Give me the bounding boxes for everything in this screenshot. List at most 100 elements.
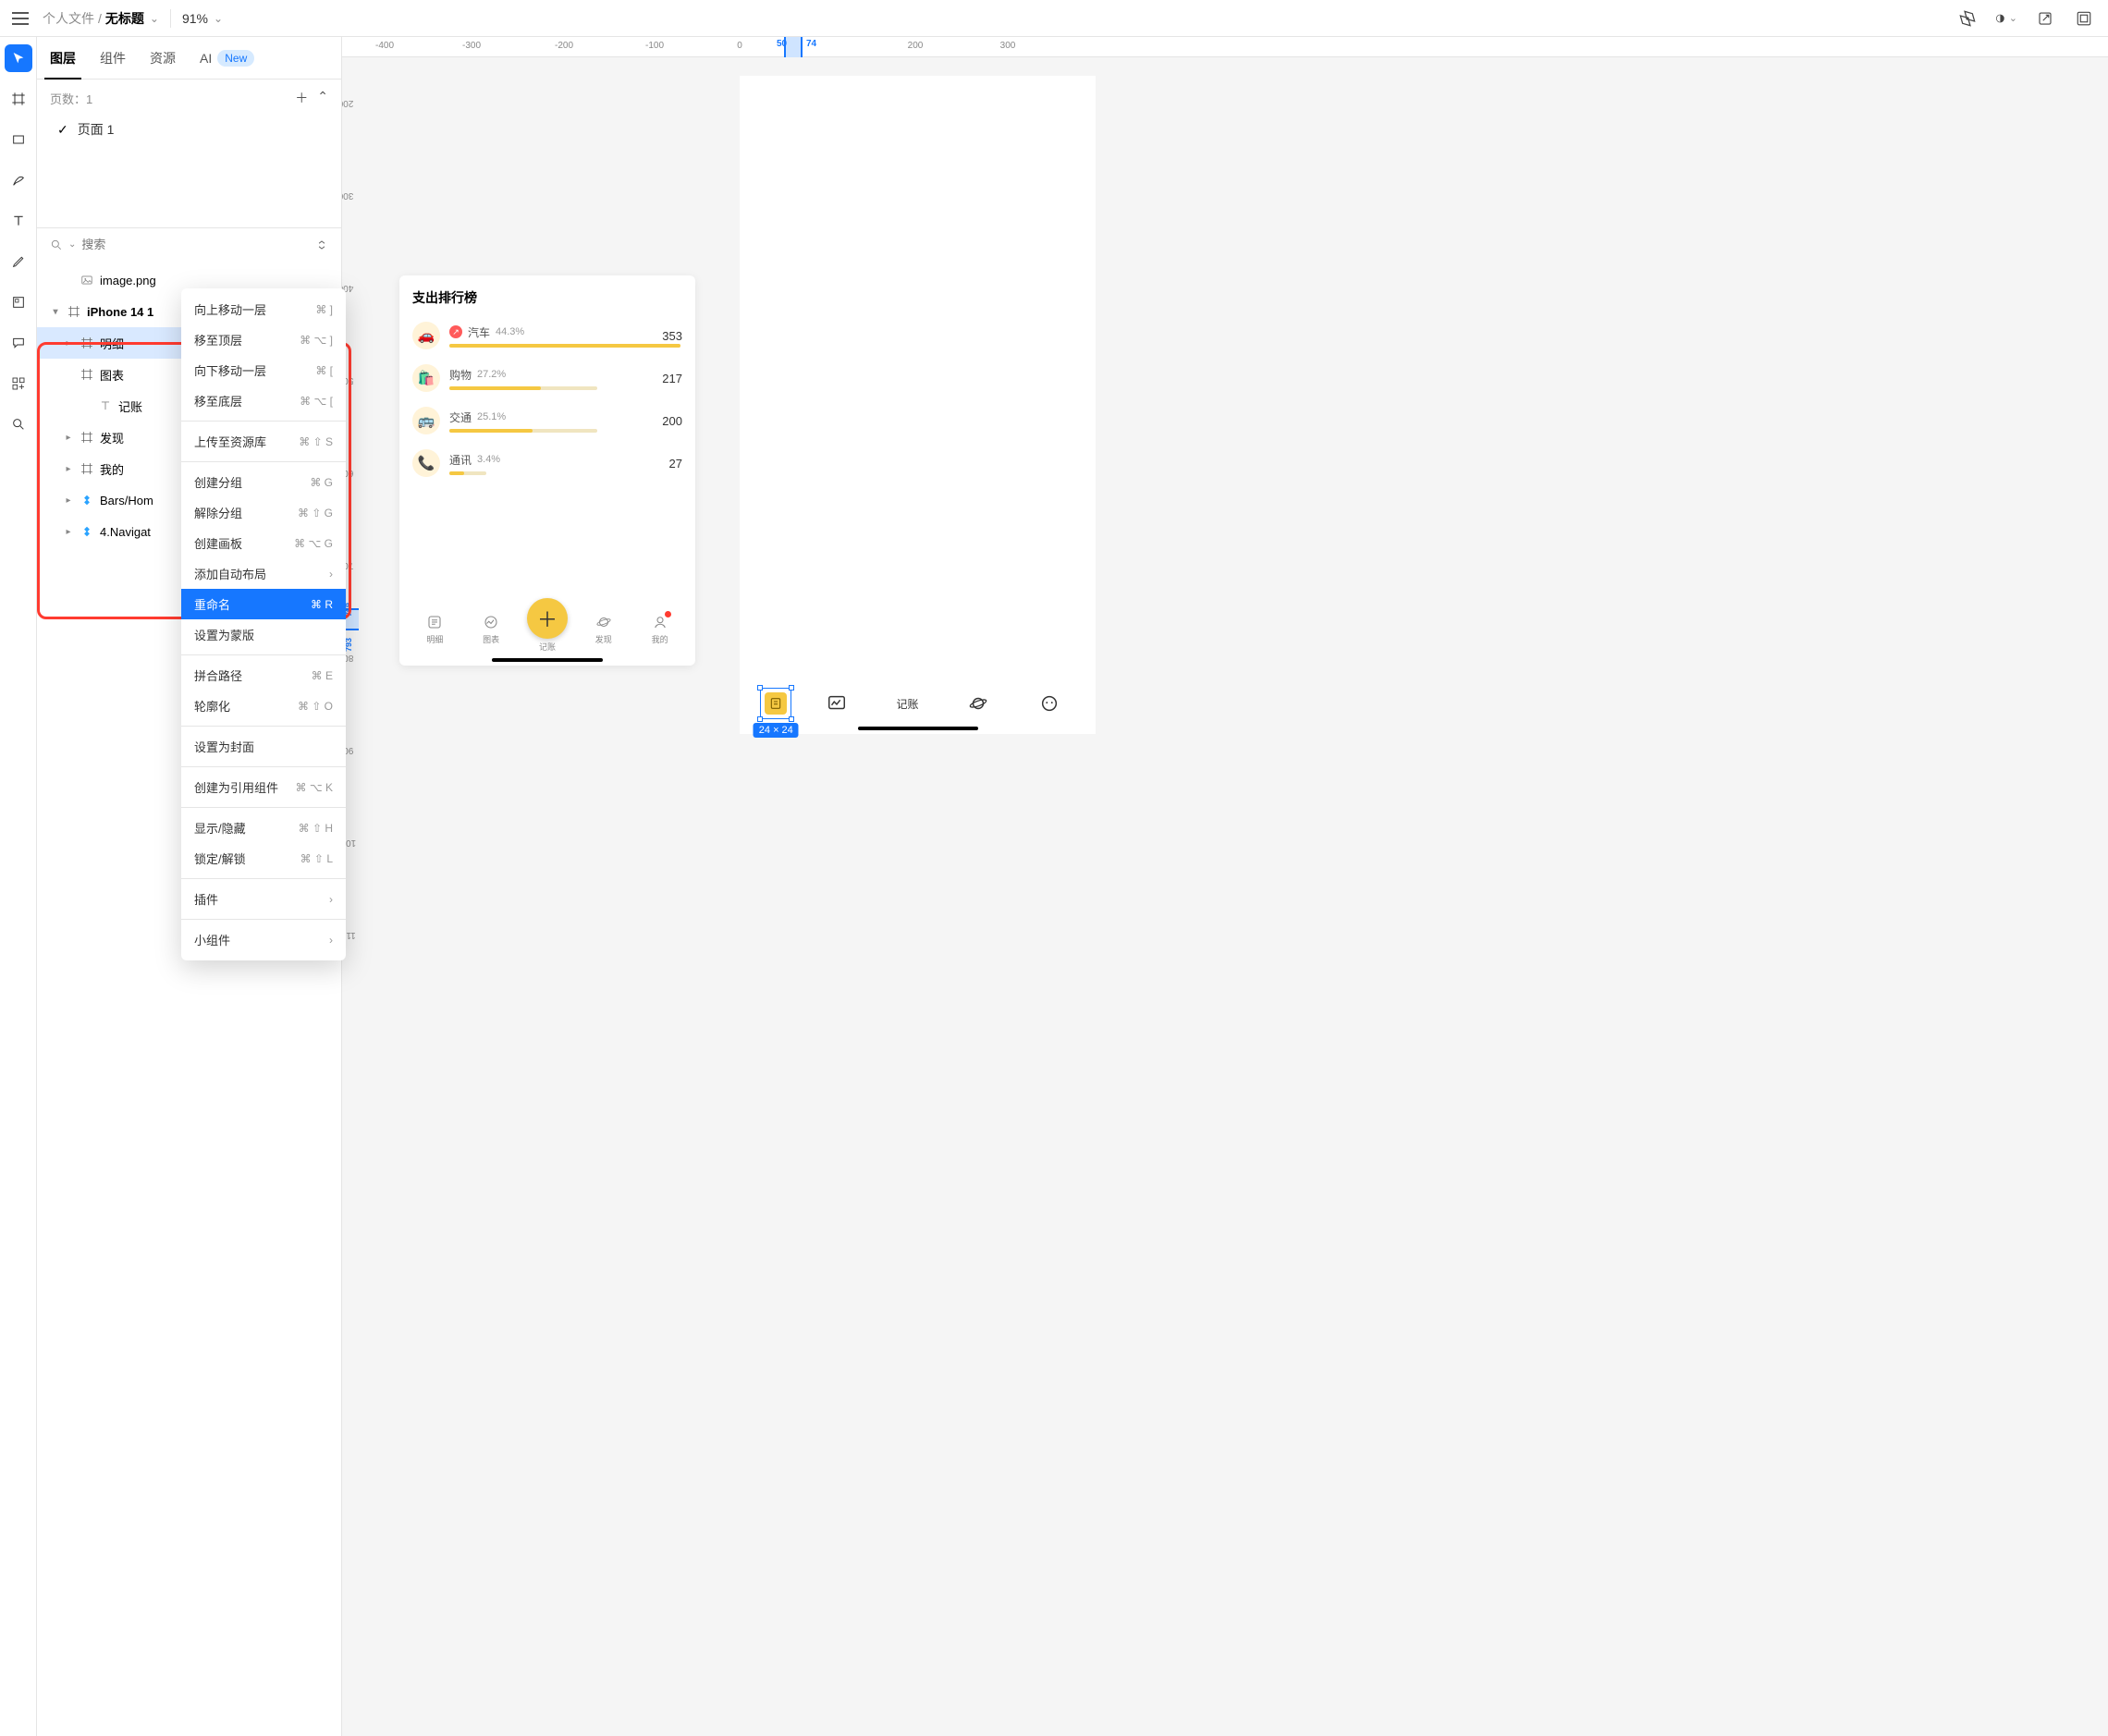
expand-arrow-icon[interactable]: ▸ [63,464,74,474]
edit-launch-button[interactable] [2034,7,2056,30]
selected-element[interactable]: 24 × 24 [758,686,793,721]
layer-name: 4.Navigat [100,525,151,539]
menu-create-frame[interactable]: 创建画板⌘ ⌥ G [181,528,346,558]
menu-upload-resource[interactable]: 上传至资源库⌘ ⇧ S [181,426,346,457]
collapse-all-button[interactable] [315,238,328,251]
tab-resources[interactable]: 资源 [150,38,176,79]
selection-handle[interactable] [757,716,763,722]
phone-icon: 📞 [412,449,440,477]
menu-ungroup[interactable]: 解除分组⌘ ⇧ G [181,497,346,528]
frame-tool[interactable] [5,85,32,113]
tab-wode[interactable]: 我的 [639,613,681,645]
ruler-tick: 200 [908,41,924,51]
menu-move-bottom[interactable]: 移至底层⌘ ⌥ [ [181,385,346,416]
rank-value: 27 [669,457,682,471]
image-icon [11,295,26,310]
expand-arrow-icon[interactable]: ▾ [50,307,61,317]
tab-planet[interactable] [950,691,1006,715]
tab-ai[interactable]: AI New [200,39,254,78]
artboard-iphone[interactable]: 24 × 24 记账 [740,76,1096,734]
expand-arrow-icon[interactable]: ▸ [63,527,74,537]
menu-create-ref[interactable]: 创建为引用组件⌘ ⌥ K [181,772,346,802]
breadcrumb-separator: / [98,11,102,26]
document-title[interactable]: 无标题 [105,9,144,28]
grid-plus-icon [11,376,26,391]
menu-set-mask[interactable]: 设置为蒙版 [181,619,346,650]
expand-arrow-icon[interactable]: ▸ [63,338,74,348]
rank-percent: 3.4% [477,454,500,465]
menu-move-top[interactable]: 移至顶层⌘ ⌥ ] [181,324,346,355]
chevron-down-icon[interactable]: ⌄ [150,12,159,25]
zoom-dropdown[interactable]: 91% ⌄ [182,11,223,26]
tab-tubiao[interactable]: 图表 [470,613,512,645]
page-item[interactable]: ✓ 页面 1 [50,120,328,139]
tab-faxian[interactable]: 发现 [582,613,625,645]
tab-layers[interactable]: 图层 [50,38,76,79]
image-tool[interactable] [5,288,32,316]
layer-name: 发现 [100,429,124,446]
canvas[interactable]: -400 -300 -200 -100 0 200 300 50 74 200 … [342,37,2108,1736]
rank-row: 🚗 ↗ 汽车 44.3% 353 [399,314,695,357]
main-menu-button[interactable] [7,6,33,31]
expand-arrow-icon[interactable]: ▸ [63,433,74,443]
frame-layer-icon [80,336,94,350]
menu-set-cover[interactable]: 设置为封面 [181,731,346,762]
menu-widget[interactable]: 小组件› [181,924,346,955]
tab-chart[interactable] [809,691,864,715]
layers-search-input[interactable] [81,238,310,251]
breadcrumb-parent[interactable]: 个人文件 [43,9,94,28]
pen-icon [11,173,26,188]
menu-rename[interactable]: 重命名⌘ R [181,589,346,619]
tab-add-button[interactable]: ＋ [527,598,568,639]
selection-handle[interactable] [789,716,794,722]
eye-layers-button[interactable] [1956,7,1979,30]
user-icon [651,613,669,631]
pencil-tool[interactable] [5,248,32,275]
home-indicator [492,658,603,662]
menu-flatten[interactable]: 拼合路径⌘ E [181,660,346,691]
selection-handle[interactable] [757,685,763,691]
menu-group[interactable]: 创建分组⌘ G [181,467,346,497]
chevron-down-icon[interactable]: ⌄ [68,239,76,250]
menu-show-hide[interactable]: 显示/隐藏⌘ ⇧ H [181,813,346,843]
comment-tool[interactable] [5,329,32,357]
menu-separator [181,461,346,462]
expand-arrow-icon[interactable]: ▸ [63,495,74,506]
text-tool[interactable] [5,207,32,235]
tab-face[interactable] [1022,691,1077,715]
ruler-tick: -300 [462,41,481,51]
top-bar: 个人文件 / 无标题 ⌄ 91% ⌄ ⌄ [0,0,2108,37]
chart-icon [482,613,500,631]
rectangle-tool[interactable] [5,126,32,153]
menu-auto-layout[interactable]: 添加自动布局› [181,558,346,589]
contrast-button[interactable]: ⌄ [1995,7,2017,30]
pen-tool[interactable] [5,166,32,194]
frame-icon [11,92,26,106]
tab-label: 图表 [483,633,499,645]
menu-move-up[interactable]: 向上移动一层⌘ ] [181,294,346,324]
menu-outline[interactable]: 轮廓化⌘ ⇧ O [181,691,346,721]
collapse-pages-button[interactable]: ⌃ [317,89,328,107]
tab-jizhang[interactable]: 记账 [879,696,935,712]
tab-components[interactable]: 组件 [100,38,126,79]
tab-label: 记账 [539,641,556,653]
rank-name: 购物 [449,367,472,383]
add-page-button[interactable]: ＋ [295,89,308,107]
search-tool[interactable] [5,410,32,438]
tab-mingxi[interactable]: 明细 [413,613,456,645]
menu-move-down[interactable]: 向下移动一层⌘ [ [181,355,346,385]
tab-ai-label: AI [200,51,212,66]
rank-badge-icon: ↗ [449,325,462,338]
move-tool[interactable] [5,44,32,72]
menu-lock-unlock[interactable]: 锁定/解锁⌘ ⇧ L [181,843,346,874]
menu-separator [181,919,346,920]
card-title: 支出排行榜 [399,275,695,314]
panels-button[interactable] [2073,7,2095,30]
plugins-tool[interactable] [5,370,32,397]
artboard-expense-card[interactable]: 支出排行榜 🚗 ↗ 汽车 44.3% 353 🛍️ 购物 [399,275,695,666]
ruler-tick: 300 [342,190,353,201]
panels-icon [2076,10,2092,27]
selection-handle[interactable] [789,685,794,691]
menu-plugin[interactable]: 插件› [181,884,346,914]
line-chart-icon [825,691,849,715]
